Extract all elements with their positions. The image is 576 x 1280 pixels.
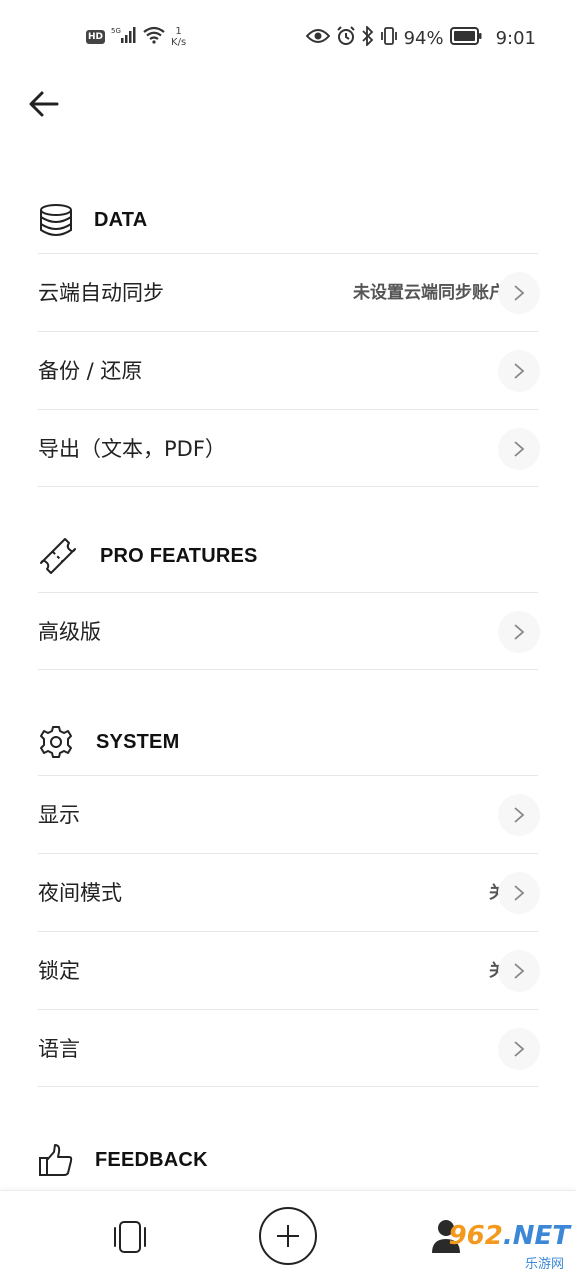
add-entry-button[interactable]	[259, 1207, 317, 1265]
net-speed-unit: K/s	[171, 37, 187, 48]
eye-icon	[305, 28, 330, 49]
row-display[interactable]: 显示	[38, 775, 540, 853]
section-header-system: SYSTEM	[38, 724, 179, 760]
bottom-nav-bar: 962.NET 乐游网	[0, 1190, 576, 1280]
row-premium[interactable]: 高级版	[38, 592, 540, 670]
watermark-brand: 962	[448, 1221, 503, 1251]
nav-entries-button[interactable]	[108, 1217, 152, 1257]
plus-icon	[277, 1225, 299, 1247]
row-label: 显示	[38, 803, 80, 827]
section-header-pro: PRO FEATURES	[38, 536, 258, 576]
clock: 9:01	[495, 27, 536, 49]
section-title-data: DATA	[94, 208, 148, 231]
section-title-pro: PRO FEATURES	[100, 544, 258, 567]
database-icon	[38, 202, 74, 238]
status-left: HD 5G 1 K/s	[86, 22, 186, 52]
battery-percent: 94%	[403, 27, 444, 49]
row-value: 未设置云端同步账户	[353, 283, 506, 303]
vibrate-icon	[380, 26, 398, 51]
chevron-right-icon	[498, 1028, 540, 1070]
section-header-feedback: FEEDBACK	[38, 1142, 208, 1178]
chevron-right-icon	[498, 272, 540, 314]
row-label: 语言	[38, 1037, 80, 1061]
chevron-right-icon	[498, 350, 540, 392]
hd-badge: HD	[86, 30, 106, 44]
row-export[interactable]: 导出（文本，PDF）	[38, 409, 540, 487]
row-label: 导出（文本，PDF）	[38, 437, 226, 461]
battery-icon	[449, 26, 482, 50]
arrow-left-icon	[29, 91, 59, 117]
row-night-mode[interactable]: 夜间模式 关	[38, 853, 540, 931]
row-label: 高级版	[38, 620, 101, 644]
status-right: 94% 9:01	[305, 24, 536, 52]
watermark-sub: 乐游网	[524, 1257, 564, 1272]
status-bar: HD 5G 1 K/s 94% 9:01	[0, 0, 576, 74]
ticket-icon	[38, 536, 78, 576]
bluetooth-icon	[361, 24, 374, 51]
back-button[interactable]	[26, 86, 62, 122]
net-speed: 1 K/s	[171, 26, 186, 48]
net-speed-value: 1	[175, 26, 182, 37]
section-header-data: DATA	[38, 202, 147, 238]
chevron-right-icon	[498, 950, 540, 992]
row-language[interactable]: 语言	[38, 1009, 540, 1087]
thumbs-up-icon	[38, 1142, 74, 1178]
row-label: 锁定	[38, 959, 80, 983]
row-cloud-sync[interactable]: 云端自动同步 未设置云端同步账户	[38, 253, 540, 331]
cell-signal-icon: 5G	[111, 26, 137, 48]
chevron-right-icon	[498, 611, 540, 653]
phone-frame-icon	[114, 1221, 146, 1253]
row-label: 云端自动同步	[38, 281, 164, 305]
row-backup-restore[interactable]: 备份 / 还原	[38, 331, 540, 409]
row-lock[interactable]: 锁定 关	[38, 931, 540, 1009]
section-title-feedback: FEEDBACK	[95, 1148, 208, 1171]
watermark-suffix: .NET	[502, 1221, 570, 1251]
chevron-right-icon	[498, 872, 540, 914]
row-label: 夜间模式	[38, 881, 122, 905]
signal-type-label: 5G	[111, 27, 121, 35]
section-title-system: SYSTEM	[96, 730, 180, 753]
alarm-icon	[336, 25, 356, 51]
chevron-right-icon	[498, 794, 540, 836]
row-label: 备份 / 还原	[38, 359, 143, 383]
chevron-right-icon	[498, 428, 540, 470]
wifi-icon	[143, 26, 165, 48]
watermark-logo: 962.NET	[449, 1221, 570, 1251]
gear-icon	[38, 724, 74, 760]
